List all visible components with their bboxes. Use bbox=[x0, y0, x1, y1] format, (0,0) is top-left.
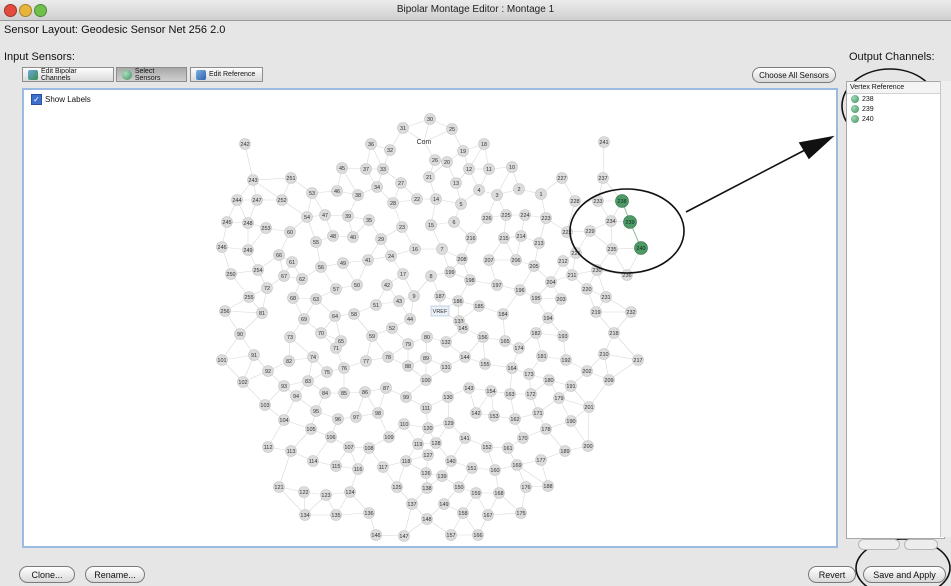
sensor-layout-value: Geodesic Sensor Net 256 2.0 bbox=[81, 24, 226, 36]
disabled-button bbox=[858, 539, 900, 550]
checkmark-icon: ✓ bbox=[31, 94, 42, 105]
output-channel-item[interactable]: 238 bbox=[847, 94, 944, 104]
output-list-scrollbar[interactable] bbox=[940, 81, 951, 537]
edit-reference-label: Edit Reference bbox=[209, 71, 256, 78]
sensor-layout-row: Sensor Layout: Geodesic Sensor Net 256 2… bbox=[4, 24, 225, 36]
save-and-apply-button[interactable]: Save and Apply bbox=[863, 566, 946, 583]
output-channel-item[interactable]: 239 bbox=[847, 104, 944, 114]
sensor-dot-icon bbox=[851, 95, 859, 103]
select-sensors-button[interactable]: Select Sensors bbox=[116, 67, 187, 82]
output-channels-label: Output Channels: bbox=[849, 51, 935, 63]
sensor-dot-icon bbox=[851, 115, 859, 123]
window-title: Bipolar Montage Editor : Montage 1 bbox=[396, 4, 555, 15]
edit-bipolar-label: Edit Bipolar Channels bbox=[40, 67, 77, 82]
edit-reference-button[interactable]: Edit Reference bbox=[190, 67, 263, 82]
edit-bipolar-channels-button[interactable]: Edit Bipolar Channels bbox=[22, 67, 114, 82]
sensor-icon bbox=[122, 69, 132, 80]
sensor-dot-icon bbox=[851, 105, 859, 113]
output-channel-label: 238 bbox=[862, 95, 874, 103]
output-channel-item[interactable]: 240 bbox=[847, 114, 944, 124]
vertex-reference-header: Vertex Reference bbox=[847, 82, 944, 94]
output-channels-list[interactable]: Vertex Reference 238 239 240 bbox=[846, 81, 945, 539]
title-bar: Bipolar Montage Editor : Montage 1 bbox=[0, 0, 951, 21]
show-labels-checkbox[interactable]: ✓ Show Labels bbox=[31, 94, 91, 105]
sensor-map-canvas[interactable]: ✓ Show Labels bbox=[22, 88, 838, 548]
sensor-layout-label: Sensor Layout: bbox=[4, 24, 78, 36]
bipolar-channels-icon bbox=[28, 69, 38, 80]
choose-all-sensors-button[interactable]: Choose All Sensors bbox=[752, 67, 836, 83]
clone-button[interactable]: Clone... bbox=[19, 566, 75, 583]
reference-icon bbox=[196, 69, 206, 80]
input-sensors-label: Input Sensors: bbox=[4, 51, 75, 63]
select-sensors-label: Select Sensors bbox=[134, 67, 161, 82]
output-channel-label: 239 bbox=[862, 105, 874, 113]
show-labels-label: Show Labels bbox=[45, 95, 91, 104]
revert-button[interactable]: Revert bbox=[808, 566, 856, 583]
rename-button[interactable]: Rename... bbox=[85, 566, 145, 583]
output-channel-label: 240 bbox=[862, 115, 874, 123]
disabled-button bbox=[904, 539, 938, 550]
